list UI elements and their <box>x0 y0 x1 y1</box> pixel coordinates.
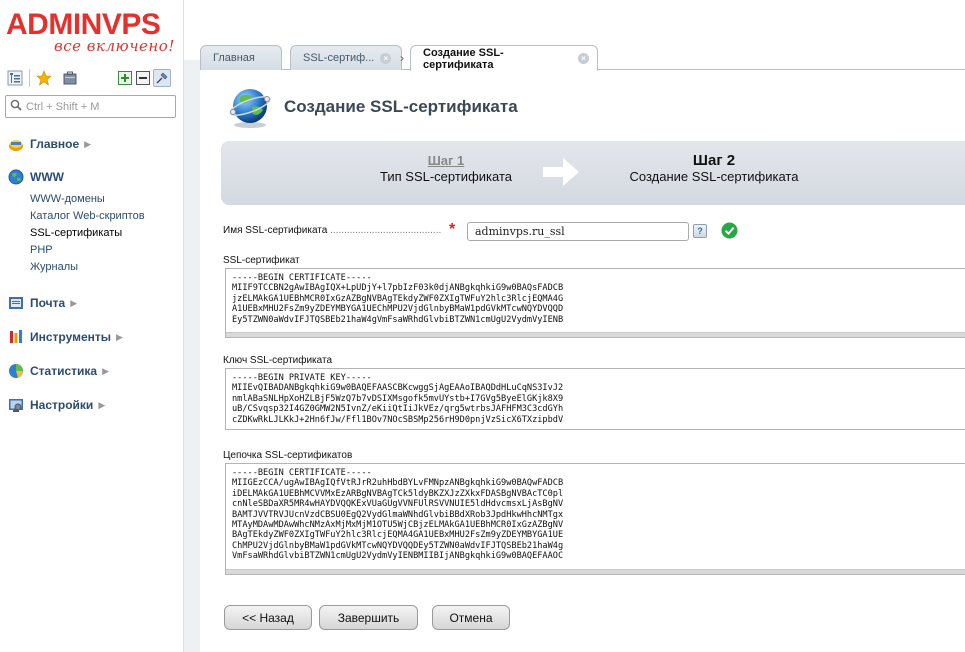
sidebar: ADMINVPS все включено! Ctrl + Shift + M … <box>0 0 183 652</box>
private-key-text: -----BEGIN PRIVATE KEY----- MIIEvQIBADAN… <box>232 373 564 425</box>
expand-all-icon[interactable] <box>116 69 134 87</box>
wizard-step-2: Шаг 2 Создание SSL-сертификата <box>609 152 819 184</box>
tab-bar: Главная SSL-сертиф... × › Создание SSL-с… <box>200 45 965 71</box>
back-button[interactable]: << Назад <box>224 605 312 630</box>
name-field-label-text: Имя SSL-сертификата <box>223 225 328 236</box>
private-key-textarea[interactable]: -----BEGIN PRIVATE KEY----- MIIEvQIBADAN… <box>225 368 965 430</box>
settings-icon <box>8 397 24 413</box>
wizard-step-2-title: Шаг 2 <box>692 152 736 169</box>
nav-group-www[interactable]: WWW <box>8 169 64 185</box>
search-box[interactable] <box>5 95 176 118</box>
briefcase-icon[interactable] <box>61 69 79 87</box>
name-field-row: Имя SSL-сертификата * ? <box>223 221 963 243</box>
page-title: Создание SSL-сертификата <box>284 97 518 116</box>
search-input[interactable] <box>22 100 162 113</box>
tab-label: Главная <box>213 52 255 64</box>
arrow-right-icon <box>541 155 581 189</box>
wizard-step-1-title[interactable]: Шаг 1 <box>371 153 521 168</box>
tab-label: SSL-сертиф... <box>303 52 375 64</box>
chevron-right-icon: ▶ <box>84 138 92 149</box>
page-header: Создание SSL-сертификата <box>228 85 518 129</box>
nav-group-label: Главное <box>30 137 80 151</box>
chain-text: -----BEGIN CERTIFICATE----- MIIGEzCCA/ug… <box>232 468 564 562</box>
wizard-step-1-subtitle: Тип SSL-сертификата <box>380 169 512 184</box>
main-icon <box>8 136 24 152</box>
chevron-right-icon: ▶ <box>116 331 123 342</box>
private-key-label: Ключ SSL-сертификата <box>223 355 333 366</box>
logo-text: ADMINVPS <box>6 8 161 41</box>
sidebar-item-php[interactable]: PHP <box>30 244 53 256</box>
tab-ssl-certificates[interactable]: SSL-сертиф... × <box>290 45 402 70</box>
nav-group-label: Почта <box>30 296 66 310</box>
nav-group-mail[interactable]: Почта ▶ <box>8 295 77 311</box>
chevron-right-icon: ▶ <box>102 365 109 376</box>
certificate-textarea[interactable]: -----BEGIN CERTIFICATE----- MIIF9TCCBN2g… <box>225 268 965 338</box>
app-window: ADMINVPS все включено! Ctrl + Shift + M … <box>0 0 965 652</box>
favorites-star-icon[interactable] <box>35 69 53 87</box>
pin-icon[interactable] <box>153 69 171 87</box>
certificate-name-input[interactable] <box>467 222 689 241</box>
chain-textarea[interactable]: -----BEGIN CERTIFICATE----- MIIGEzCCA/ug… <box>225 463 965 575</box>
mail-icon <box>8 295 24 311</box>
sidebar-item-ssl-certificates[interactable]: SSL-сертификаты <box>30 227 122 239</box>
logo: ADMINVPS все включено! <box>6 10 176 56</box>
nav-group-label: Статистика <box>30 364 98 378</box>
wizard-step-1[interactable]: Шаг 1 Тип SSL-сертификата <box>371 153 521 184</box>
certificate-label: SSL-сертификат <box>223 255 300 266</box>
name-field-label: Имя SSL-сертификата <box>223 225 441 236</box>
required-mark: * <box>449 221 456 238</box>
tab-create-ssl[interactable]: Создание SSL-сертификата × <box>410 45 598 71</box>
horizontal-scrollbar[interactable] <box>226 332 965 337</box>
finish-button[interactable]: Завершить <box>319 605 418 630</box>
stats-icon <box>8 363 24 379</box>
nav-group-label: Инструменты <box>30 330 112 344</box>
chevron-right-icon: ▶ <box>70 297 78 308</box>
cancel-button[interactable]: Отмена <box>432 605 510 630</box>
chevron-right-icon: › <box>400 51 404 65</box>
wizard-step-2-subtitle: Создание SSL-сертификата <box>629 169 799 184</box>
nav-group-stats[interactable]: Статистика ▶ <box>8 363 109 379</box>
nav-group-tools[interactable]: Инструменты ▶ <box>8 329 123 345</box>
nav-group-main[interactable]: Главное ▶ <box>8 136 91 152</box>
tools-icon <box>8 329 24 345</box>
close-icon[interactable]: × <box>380 52 392 64</box>
horizontal-scrollbar[interactable] <box>226 569 965 574</box>
search-icon <box>10 98 22 116</box>
nav-group-label: Настройки <box>30 398 94 412</box>
www-globe-icon <box>8 169 24 185</box>
close-icon[interactable]: × <box>578 53 589 64</box>
certificate-text: -----BEGIN CERTIFICATE----- MIIF9TCCBN2g… <box>232 273 564 325</box>
tab-home[interactable]: Главная <box>200 45 282 70</box>
nav-group-label: WWW <box>30 170 64 184</box>
sidebar-item-logs[interactable]: Журналы <box>30 261 78 273</box>
main-content: Создание SSL-сертификата Шаг 1 Тип SSL-с… <box>200 71 965 652</box>
logo-tagline: все включено! <box>54 37 175 55</box>
chevron-right-icon: ▶ <box>98 399 106 410</box>
wizard-steps: Шаг 1 Тип SSL-сертификата Шаг 2 Создание… <box>221 141 965 205</box>
sidebar-splitter[interactable] <box>183 0 201 652</box>
sidebar-item-www-domains[interactable]: WWW-домены <box>30 193 105 205</box>
tab-label: Создание SSL-сертификата <box>423 46 504 71</box>
collapse-all-icon[interactable] <box>134 69 152 87</box>
sidebar-toolbar <box>6 67 176 89</box>
tree-icon[interactable] <box>6 69 24 87</box>
sidebar-item-web-scripts[interactable]: Каталог Web-скриптов <box>30 210 145 222</box>
help-icon[interactable]: ? <box>693 224 707 238</box>
globe-icon <box>228 85 272 129</box>
check-ok-icon <box>721 222 738 239</box>
nav-group-settings[interactable]: Настройки ▶ <box>8 397 105 413</box>
chain-label: Цепочка SSL-сертификатов <box>223 450 353 461</box>
